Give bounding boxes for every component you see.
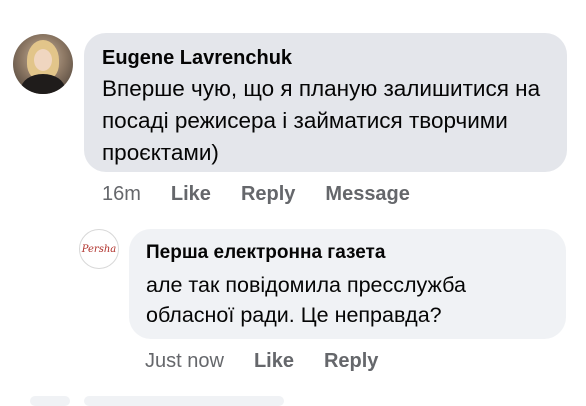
message-button[interactable]: Message <box>325 183 410 206</box>
reply-text: але так повідомила пресслужба обласної р… <box>146 273 466 327</box>
reply-button[interactable]: Reply <box>241 183 295 206</box>
comment-actions: 16m Like Reply Message <box>102 181 440 207</box>
reply-bubble: Перша електронна газета але так повідоми… <box>129 229 566 339</box>
page-logo: Persha <box>81 243 117 255</box>
avatar-face <box>34 49 52 71</box>
reply-author-name[interactable]: Перша електронна газета <box>146 241 548 265</box>
reply-author-avatar[interactable]: Persha <box>79 229 119 269</box>
comment-timestamp[interactable]: 16m <box>102 183 141 206</box>
like-button[interactable]: Like <box>171 183 211 206</box>
comment-text: Вперше чую, що я планую залишитися на по… <box>102 76 541 165</box>
reply-actions: Just now Like Reply <box>145 348 408 374</box>
comment-bubble: Eugene Lavrenchuk Вперше чую, що я плану… <box>84 33 567 172</box>
reply-reply-button[interactable]: Reply <box>324 350 378 373</box>
reply-timestamp[interactable]: Just now <box>145 350 224 373</box>
cropped-next-bubble <box>84 396 284 406</box>
comment-author-name[interactable]: Eugene Lavrenchuk <box>102 46 549 70</box>
comment-author-avatar[interactable] <box>13 34 73 94</box>
reply-like-button[interactable]: Like <box>254 350 294 373</box>
avatar-body <box>21 74 65 94</box>
cropped-next-avatar <box>30 396 70 406</box>
